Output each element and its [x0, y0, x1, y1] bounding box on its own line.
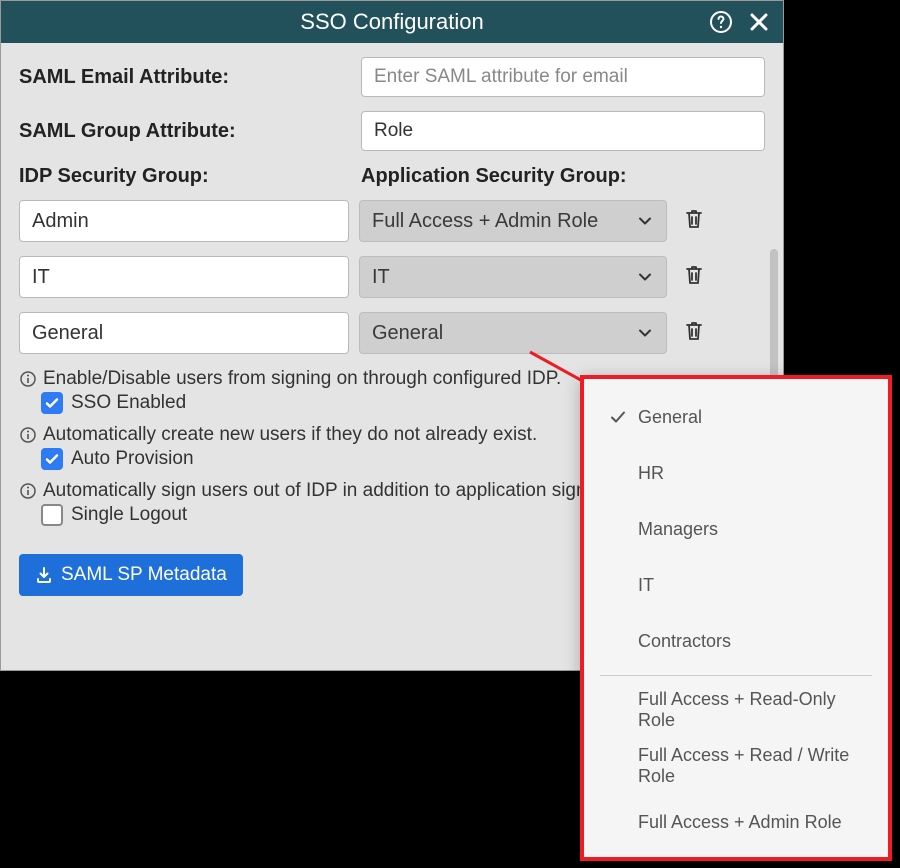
dropdown-option[interactable]: HR: [584, 445, 888, 501]
sso-enabled-checkbox[interactable]: [41, 392, 63, 414]
metadata-button-label: SAML SP Metadata: [61, 564, 227, 586]
select-value: IT: [372, 266, 390, 289]
dropdown-option-label: Managers: [638, 519, 718, 540]
single-logout-checkbox[interactable]: [41, 504, 63, 526]
trash-icon: [682, 263, 706, 292]
idp-group-input[interactable]: [19, 312, 349, 354]
select-value: General: [372, 322, 443, 345]
dropdown-option[interactable]: Contractors: [584, 613, 888, 669]
dropdown-option-label: General: [638, 407, 702, 428]
app-security-group-dropdown-menu: General HR Managers IT Contractors Full Acces…: [580, 375, 892, 861]
group-mapping-list: Full Access + Admin Role IT General: [19, 200, 765, 354]
group-mapping-row: Full Access + Admin Role: [19, 200, 765, 242]
delete-row-button[interactable]: [677, 260, 711, 294]
delete-row-button[interactable]: [677, 316, 711, 350]
dropdown-option[interactable]: Full Access + Read-Only Role: [584, 682, 888, 738]
dropdown-option-label: Full Access + Read / Write Role: [638, 745, 868, 787]
saml-email-attr-label: SAML Email Attribute:: [19, 66, 361, 89]
auto-provision-desc: Automatically create new users if they d…: [43, 424, 537, 446]
saml-group-attr-input[interactable]: [361, 111, 765, 151]
chevron-down-icon: [636, 212, 654, 230]
info-icon: [19, 370, 37, 388]
dropdown-option[interactable]: Managers: [584, 501, 888, 557]
dropdown-separator: [600, 675, 872, 676]
idp-group-input[interactable]: [19, 256, 349, 298]
dropdown-option-label: Full Access + Admin Role: [638, 812, 842, 833]
dropdown-option-label: Contractors: [638, 631, 731, 652]
group-mapping-row: General: [19, 312, 765, 354]
app-security-group-select[interactable]: IT: [359, 256, 667, 298]
check-icon: [604, 408, 632, 426]
dropdown-option-label: IT: [638, 575, 654, 596]
app-group-header: Application Security Group:: [361, 165, 765, 188]
auto-provision-label: Auto Provision: [71, 448, 194, 470]
trash-icon: [682, 207, 706, 236]
idp-group-header: IDP Security Group:: [19, 165, 361, 188]
dropdown-option[interactable]: Full Access + Read / Write Role: [584, 738, 888, 794]
group-mapping-row: IT: [19, 256, 765, 298]
download-icon: [35, 566, 53, 584]
saml-sp-metadata-button[interactable]: SAML SP Metadata: [19, 554, 243, 596]
select-value: Full Access + Admin Role: [372, 210, 598, 233]
app-security-group-select[interactable]: General: [359, 312, 667, 354]
chevron-down-icon: [636, 324, 654, 342]
sso-enabled-label: SSO Enabled: [71, 392, 186, 414]
single-logout-desc: Automatically sign users out of IDP in a…: [43, 480, 624, 502]
auto-provision-checkbox[interactable]: [41, 448, 63, 470]
delete-row-button[interactable]: [677, 204, 711, 238]
saml-group-attr-label: SAML Group Attribute:: [19, 120, 361, 143]
info-icon: [19, 426, 37, 444]
dropdown-option-label: Full Access + Read-Only Role: [638, 689, 868, 731]
dropdown-option-label: HR: [638, 463, 664, 484]
app-security-group-select[interactable]: Full Access + Admin Role: [359, 200, 667, 242]
close-icon[interactable]: [745, 8, 773, 36]
idp-group-input[interactable]: [19, 200, 349, 242]
trash-icon: [682, 319, 706, 348]
single-logout-label: Single Logout: [71, 504, 187, 526]
help-icon[interactable]: [707, 8, 735, 36]
dropdown-option[interactable]: General: [584, 389, 888, 445]
dropdown-option[interactable]: Full Access + Admin Role: [584, 794, 888, 850]
chevron-down-icon: [636, 268, 654, 286]
dropdown-option[interactable]: IT: [584, 557, 888, 613]
titlebar: SSO Configuration: [1, 1, 783, 43]
dialog-title: SSO Configuration: [300, 9, 483, 35]
saml-email-attr-input[interactable]: [361, 57, 765, 97]
sso-enabled-desc: Enable/Disable users from signing on thr…: [43, 368, 561, 390]
info-icon: [19, 482, 37, 500]
